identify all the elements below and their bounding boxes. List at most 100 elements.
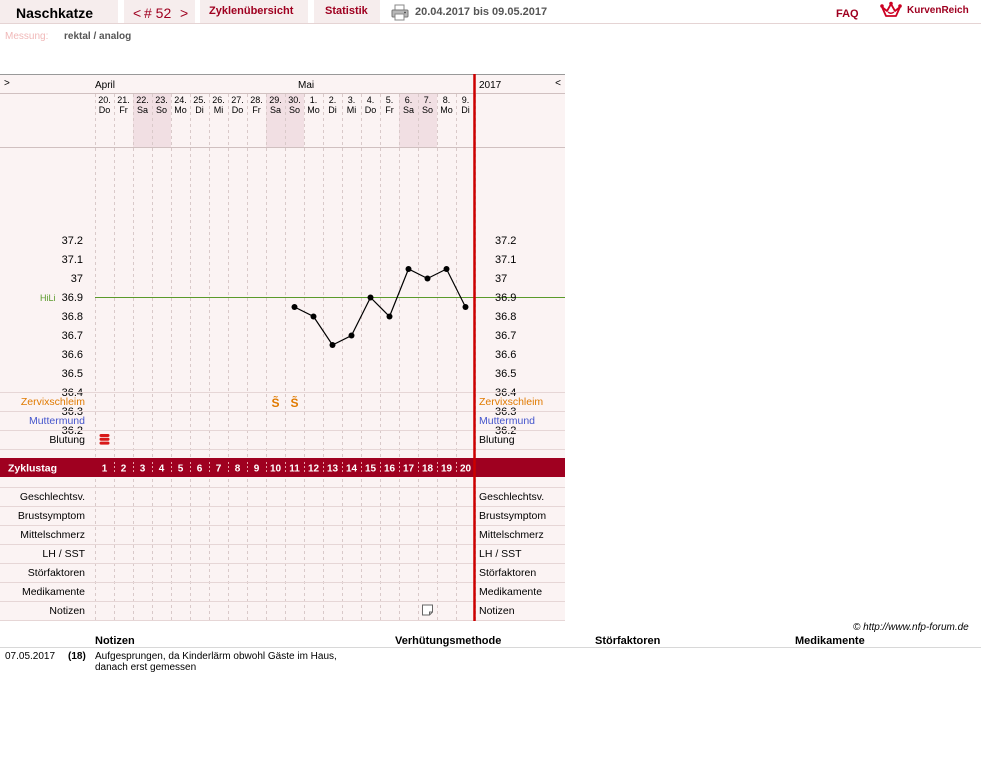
cycle-day-number: 6 (197, 464, 203, 475)
row-label-symptom-right: Medikamente (479, 586, 542, 598)
weekday-label: Sa (403, 105, 414, 115)
weekday-label: Di (461, 105, 470, 115)
tab-cycle-overview[interactable]: Zyklenübersicht (200, 0, 308, 23)
printer-icon[interactable] (391, 4, 409, 21)
y-tick-label: 36.9 (62, 292, 83, 304)
row-label-bleeding: Blutung (49, 434, 85, 446)
notes-header-disturbances: Störfaktoren (595, 635, 661, 647)
y-tick-label-right: 37.1 (495, 254, 516, 266)
scroll-right-button: < (555, 78, 561, 89)
faq-link[interactable]: FAQ (836, 8, 859, 20)
cycle-day-number: 8 (235, 464, 241, 475)
y-tick-label-right: 36.8 (495, 311, 516, 323)
temperature-point (348, 332, 355, 339)
cycle-day-number: 4 (159, 464, 165, 475)
cycle-day-number: 11 (289, 464, 300, 475)
weekday-label: So (422, 105, 433, 115)
prev-cycle-button[interactable]: < (133, 5, 141, 21)
cycle-day-number: 15 (365, 464, 377, 475)
year-label: 2017 (479, 80, 502, 91)
weekday-label: Fr (119, 105, 128, 115)
y-tick-label: 36.6 (62, 349, 83, 361)
temperature-point (367, 294, 374, 301)
next-cycle-button[interactable]: > (180, 5, 188, 21)
date-range: 20.04.2017 bis 09.05.2017 (415, 6, 548, 18)
day-date-label: 7. (424, 95, 432, 105)
row-label-symptom-right: Störfaktoren (479, 567, 536, 579)
weekday-label: Sa (137, 105, 148, 115)
row-label-symptom: LH / SST (42, 548, 85, 560)
cycle-day-number: 5 (178, 464, 184, 475)
weekday-label: Do (365, 105, 377, 115)
note-date: 07.05.2017 (5, 651, 56, 662)
weekday-label: So (289, 105, 300, 115)
row-label-cervical-right: Zervixschleim (479, 396, 543, 408)
day-date-label: 2. (329, 95, 337, 105)
day-date-label: 9. (462, 95, 470, 105)
crown-icon (880, 1, 902, 21)
hili-label: HiLi (40, 293, 56, 303)
bleeding-mark (99, 441, 110, 445)
row-label-symptom-right: Brustsymptom (479, 510, 546, 522)
header-divider (0, 23, 981, 24)
month-label-mai: Mai (298, 80, 314, 91)
weekday-label: Fr (252, 105, 261, 115)
day-date-label: 24. (174, 95, 187, 105)
day-date-label: 1. (310, 95, 318, 105)
cycle-day-number: 19 (441, 464, 453, 475)
temperature-point (310, 313, 317, 320)
cycle-day-number: 20 (460, 464, 472, 475)
notes-divider (0, 647, 981, 648)
row-label-cervical: Zervixschleim (21, 396, 85, 408)
temperature-point (443, 266, 450, 272)
day-date-label: 26. (212, 95, 225, 105)
cycle-switcher: < # 52 > (124, 0, 195, 23)
cycle-day-number: 12 (308, 464, 320, 475)
weekday-label: Fr (385, 105, 394, 115)
y-tick-label-right: 37.2 (495, 235, 516, 247)
day-date-label: 5. (386, 95, 394, 105)
temperature-point (291, 304, 298, 310)
row-label-symptom: Notizen (49, 605, 85, 617)
y-tick-label: 37 (71, 273, 83, 285)
y-tick-label: 37.1 (62, 254, 83, 266)
cycle-chart-panel: > April Mai 2017 <20. Do 21. Fr 22. Sa 23. So 24. Mo 2… (0, 74, 565, 621)
row-label-symptom-right: Notizen (479, 605, 515, 617)
cervical-mark: S̃ (271, 395, 279, 410)
cycle-day-number: 1 (102, 464, 108, 475)
row-label-symptom: Geschlechtsv. (20, 491, 85, 503)
note-icon (422, 604, 433, 616)
y-tick-label: 36.7 (62, 330, 83, 342)
measurement-value: rektal / analog (64, 31, 132, 42)
day-date-label: 8. (443, 95, 451, 105)
day-date-label: 28. (250, 95, 263, 105)
cycle-day-number: 10 (270, 464, 282, 475)
temperature-point (424, 275, 431, 282)
day-date-label: 21. (117, 95, 130, 105)
tab-statistics[interactable]: Statistik (314, 0, 380, 23)
weekday-label: Mi (347, 105, 357, 115)
row-label-symptom-right: Mittelschmerz (479, 529, 544, 541)
row-label-symptom: Brustsymptom (18, 510, 85, 522)
logo-text[interactable]: KurvenReich (907, 5, 969, 16)
month-label-april: April (95, 80, 115, 91)
notes-header-method: Verhütungsmethode (395, 635, 502, 647)
note-cycle-day: (18) (68, 651, 86, 662)
day-date-label: 6. (405, 95, 413, 105)
y-tick-label-right: 36.9 (495, 292, 516, 304)
notes-header-notizen: Notizen (95, 635, 135, 647)
notes-header-medication: Medikamente (795, 635, 865, 647)
user-tab[interactable]: Naschkatze (0, 0, 118, 23)
weekday-label: Mo (174, 105, 187, 115)
cycle-day-number: 18 (422, 464, 434, 475)
y-tick-label: 37.2 (62, 235, 83, 247)
day-date-label: 30. (288, 95, 301, 105)
y-tick-label-right: 37 (495, 273, 507, 285)
measurement-label: Messung: (5, 31, 49, 42)
cycle-day-number: 3 (140, 464, 146, 475)
scroll-left-button: > (4, 78, 10, 89)
row-label-cervix-right: Muttermund (479, 415, 535, 427)
weekday-label: Mi (214, 105, 224, 115)
day-date-label: 4. (367, 95, 375, 105)
day-date-label: 3. (348, 95, 356, 105)
